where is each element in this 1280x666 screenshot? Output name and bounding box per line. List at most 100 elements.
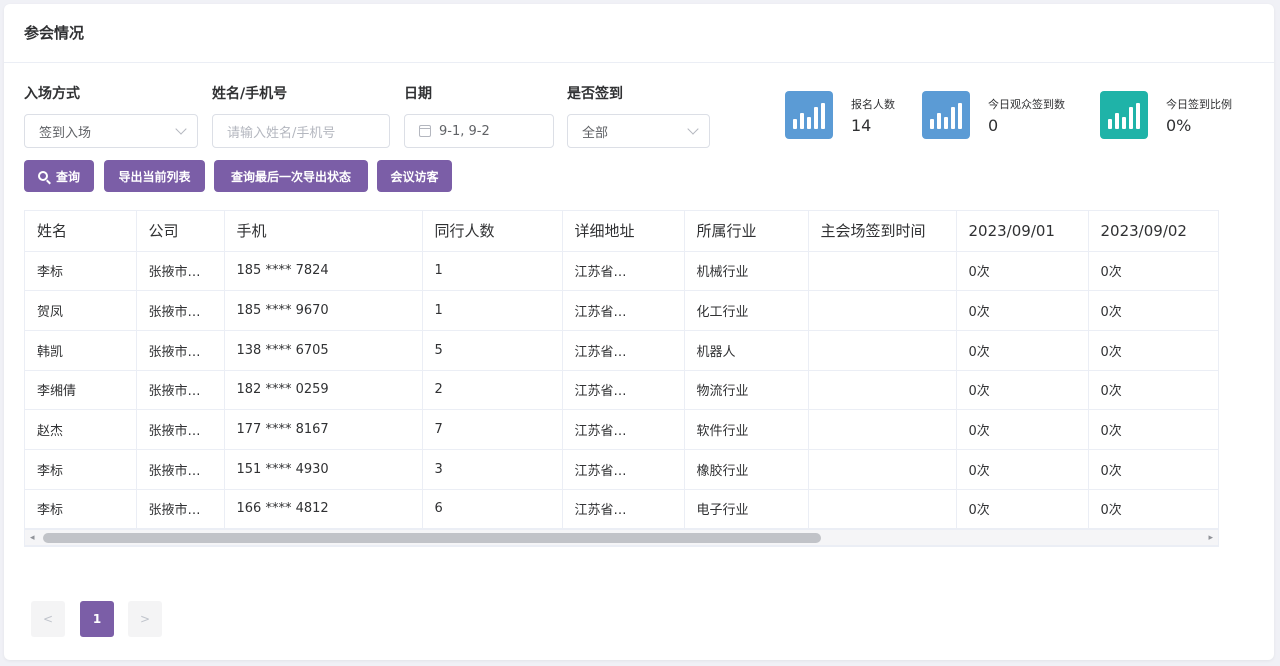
table-row[interactable]: 赵杰 张掖市… 177 **** 8167 7 江苏省… 软件行业 0次 0次 [25, 409, 1218, 450]
column-header[interactable]: 详细地址 [562, 211, 685, 252]
horizontal-scrollbar[interactable]: ◂ ▸ [24, 529, 1219, 546]
export-list-button[interactable]: 导出当前列表 [104, 160, 205, 192]
table-cell: 7 [422, 409, 563, 450]
name-phone-label: 姓名/手机号 [212, 86, 288, 102]
table-cell [808, 489, 957, 530]
today-checkin-ratio-label: 今日签到比例 [1166, 98, 1232, 111]
table-row[interactable]: 李标 张掖市… 151 **** 4930 3 江苏省… 橡胶行业 0次 0次 [25, 449, 1218, 490]
table-cell: 0次 [1088, 290, 1218, 331]
table-cell: 0次 [1088, 330, 1218, 371]
table-cell: 0次 [1088, 370, 1218, 411]
bar-chart-icon [1100, 91, 1148, 139]
date-value: 9-1, 9-2 [439, 123, 490, 139]
table-cell: 185 **** 7824 [224, 251, 423, 292]
chevron-down-icon [687, 123, 699, 135]
table-cell: 6 [422, 489, 563, 530]
column-header[interactable]: 姓名 [25, 211, 137, 252]
table-cell [808, 330, 957, 371]
table-cell: 化工行业 [684, 290, 809, 331]
table-cell: 1 [422, 251, 563, 292]
table-cell: 江苏省… [562, 330, 685, 371]
name-phone-input[interactable]: 请输入姓名/手机号 [212, 114, 390, 148]
column-header[interactable]: 公司 [136, 211, 225, 252]
table-cell: 张掖市… [136, 370, 225, 411]
bar-chart-icon [785, 91, 833, 139]
table-cell: 0次 [956, 330, 1089, 371]
column-header[interactable]: 同行人数 [422, 211, 563, 252]
column-header[interactable]: 2023/09/02 [1088, 211, 1218, 252]
table-cell: 0次 [1088, 409, 1218, 450]
table-cell [808, 290, 957, 331]
registered-count-label: 报名人数 [851, 98, 895, 111]
table-cell: 李标 [25, 251, 137, 292]
column-header[interactable]: 所属行业 [684, 211, 809, 252]
table-header-row: 姓名 公司 手机 同行人数 详细地址 所属行业 主会场签到时间 2023/09/… [25, 211, 1218, 252]
table-cell [808, 370, 957, 411]
table-cell: 橡胶行业 [684, 449, 809, 490]
table-cell: 张掖市… [136, 449, 225, 490]
table-cell: 江苏省… [562, 489, 685, 530]
table-cell: 151 **** 4930 [224, 449, 423, 490]
table-row[interactable]: 李标 张掖市… 185 **** 7824 1 江苏省… 机械行业 0次 0次 [25, 251, 1218, 292]
table-row[interactable]: 李缃倩 张掖市… 182 **** 0259 2 江苏省… 物流行业 0次 0次 [25, 370, 1218, 411]
table-cell: 李标 [25, 449, 137, 490]
scroll-left-icon[interactable]: ◂ [30, 533, 35, 543]
table-cell: 5 [422, 330, 563, 371]
table-cell: 0次 [1088, 449, 1218, 490]
today-checkin-ratio-value: 0% [1166, 116, 1192, 135]
table-cell: 0次 [956, 409, 1089, 450]
query-last-export-button[interactable]: 查询最后一次导出状态 [214, 160, 368, 192]
table-row[interactable]: 韩凯 张掖市… 138 **** 6705 5 江苏省… 机器人 0次 0次 [25, 330, 1218, 371]
scrollbar-thumb[interactable] [43, 533, 821, 543]
table-row[interactable]: 贺凤 张掖市… 185 **** 9670 1 江苏省… 化工行业 0次 0次 [25, 290, 1218, 331]
table-cell: 李标 [25, 489, 137, 530]
table-cell: 0次 [956, 449, 1089, 490]
chevron-down-icon [175, 123, 187, 135]
bar-chart-icon [922, 91, 970, 139]
table-cell: 166 **** 4812 [224, 489, 423, 530]
visitors-button[interactable]: 会议访客 [377, 160, 452, 192]
table-cell: 0次 [956, 290, 1089, 331]
entry-method-select[interactable]: 签到入场 [24, 114, 198, 148]
page-number-button[interactable]: 1 [80, 601, 114, 637]
table-cell: 软件行业 [684, 409, 809, 450]
name-phone-placeholder: 请输入姓名/手机号 [227, 125, 336, 141]
table-cell: 韩凯 [25, 330, 137, 371]
table-cell: 江苏省… [562, 409, 685, 450]
column-header[interactable]: 手机 [224, 211, 423, 252]
attendee-table: 姓名 公司 手机 同行人数 详细地址 所属行业 主会场签到时间 2023/09/… [24, 210, 1219, 547]
calendar-icon [419, 125, 431, 137]
next-page-button[interactable]: > [128, 601, 162, 637]
table-cell: 138 **** 6705 [224, 330, 423, 371]
table-cell: 0次 [1088, 251, 1218, 292]
table-cell: 江苏省… [562, 370, 685, 411]
prev-page-button[interactable]: < [31, 601, 65, 637]
table-cell: 机器人 [684, 330, 809, 371]
today-checkin-label: 今日观众签到数 [988, 98, 1065, 111]
table-row[interactable]: 李标 张掖市… 166 **** 4812 6 江苏省… 电子行业 0次 0次 [25, 489, 1218, 530]
query-button[interactable]: 查询 [24, 160, 94, 192]
date-range-picker[interactable]: 9-1, 9-2 [404, 114, 554, 148]
table-cell: 张掖市… [136, 251, 225, 292]
today-checkin-value: 0 [988, 116, 999, 135]
table-cell [808, 449, 957, 490]
checked-in-value: 全部 [582, 125, 609, 141]
table-cell: 0次 [956, 251, 1089, 292]
entry-method-label: 入场方式 [24, 86, 80, 102]
table-cell: 0次 [956, 370, 1089, 411]
date-label: 日期 [404, 86, 432, 102]
scroll-right-icon[interactable]: ▸ [1208, 533, 1213, 543]
table-cell: 3 [422, 449, 563, 490]
table-cell: 贺凤 [25, 290, 137, 331]
search-icon [37, 171, 48, 181]
table-cell: 177 **** 8167 [224, 409, 423, 450]
checked-in-select[interactable]: 全部 [567, 114, 710, 148]
page-title: 参会情况 [24, 24, 85, 42]
column-header[interactable]: 主会场签到时间 [808, 211, 957, 252]
table-cell: 182 **** 0259 [224, 370, 423, 411]
table-cell: 电子行业 [684, 489, 809, 530]
column-header[interactable]: 2023/09/01 [956, 211, 1089, 252]
table-cell: 江苏省… [562, 449, 685, 490]
table-cell: 185 **** 9670 [224, 290, 423, 331]
table-cell: 0次 [1088, 489, 1218, 530]
